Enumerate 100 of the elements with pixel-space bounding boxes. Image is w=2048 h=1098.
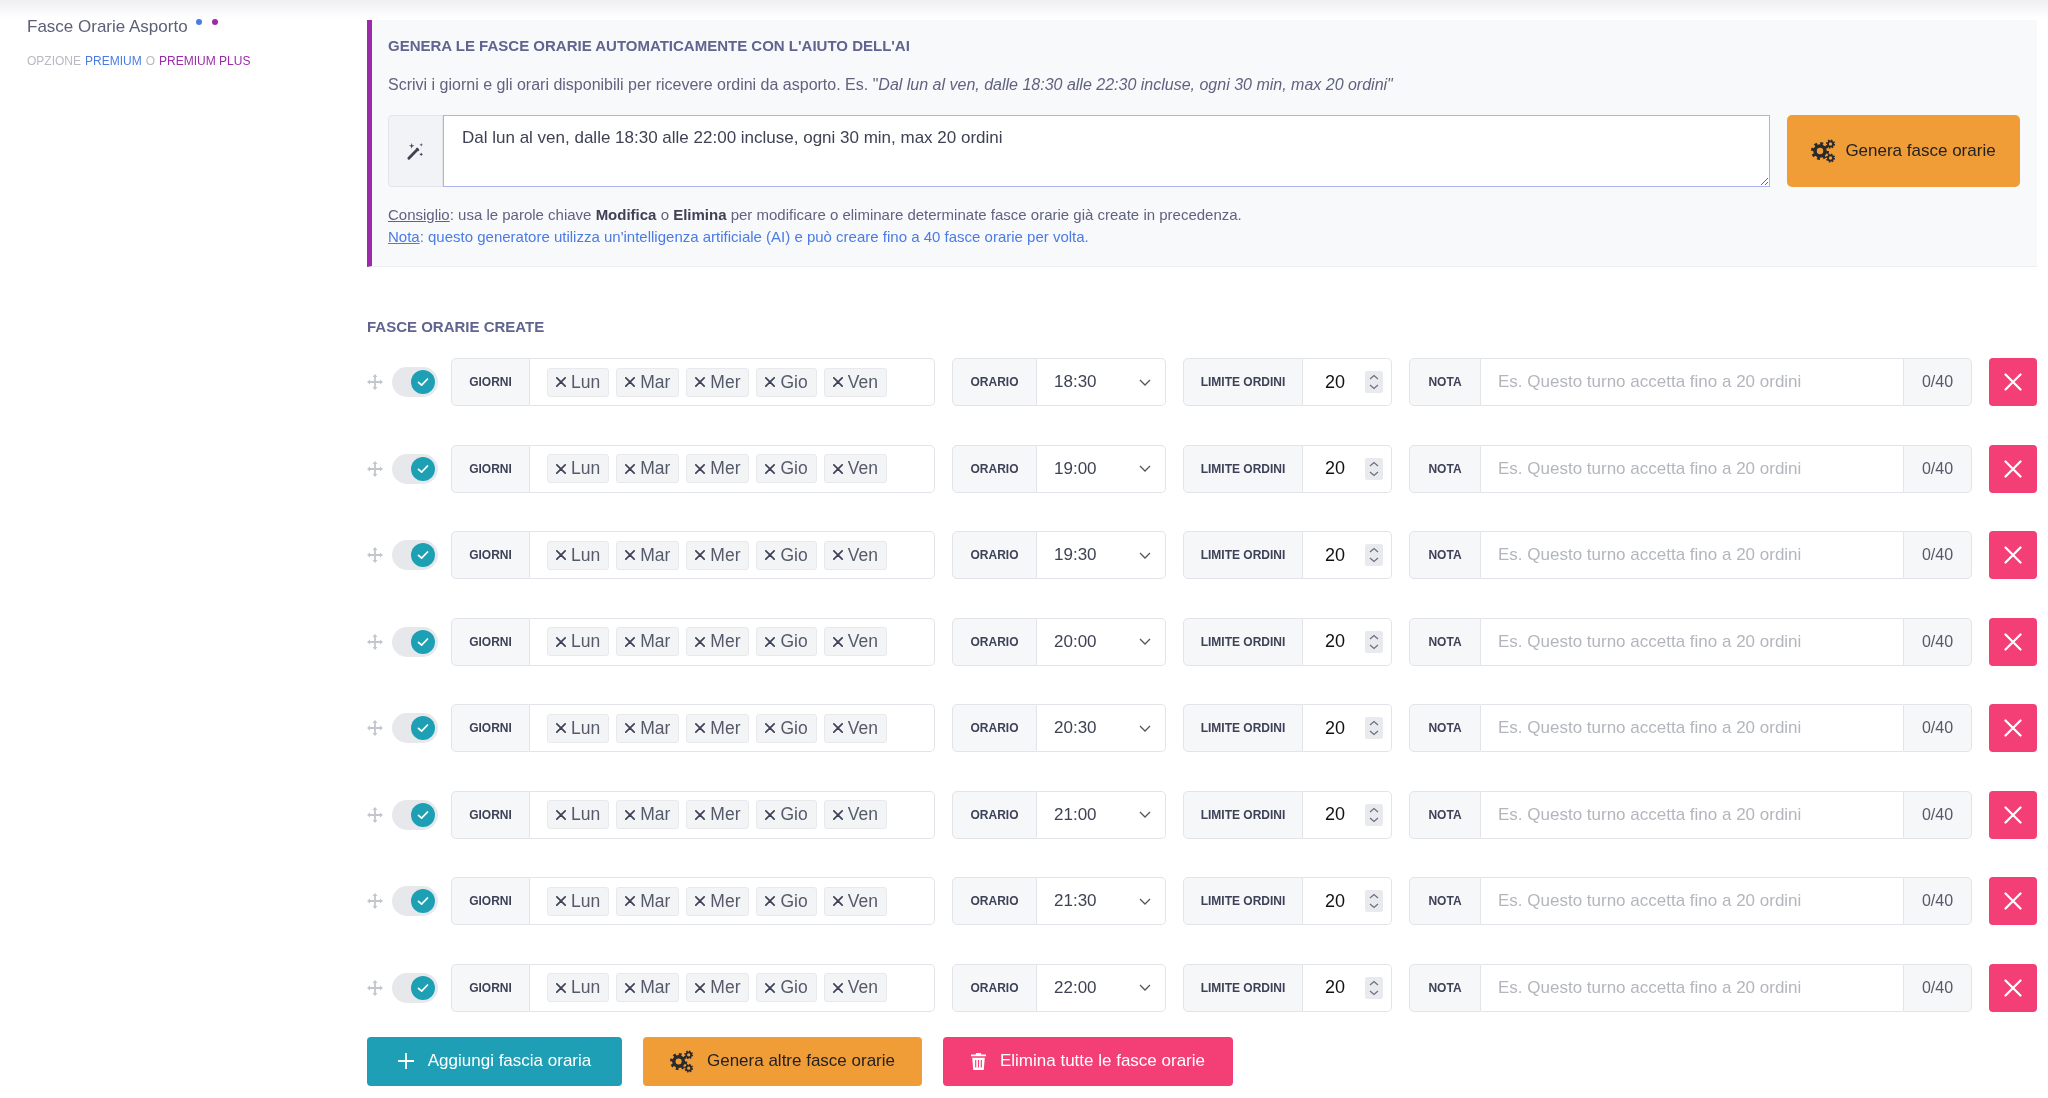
days-select[interactable]: Lun Mar Mer Gio Ven — [530, 704, 935, 752]
delete-button[interactable] — [1989, 617, 2037, 666]
day-chip[interactable]: Gio — [756, 367, 817, 397]
day-chip[interactable]: Lun — [547, 627, 610, 656]
days-select[interactable]: Lun Mar Mer Gio Ven — [530, 444, 935, 493]
note-input[interactable]: Es. Questo turno accetta fino a 20 ordini — [1481, 877, 1903, 925]
note-link[interactable]: Nota — [388, 228, 420, 245]
delete-button[interactable] — [1989, 358, 2037, 406]
day-chip[interactable]: Ven — [823, 713, 887, 743]
toggle-switch[interactable] — [392, 886, 438, 916]
delete-button[interactable] — [1989, 963, 2037, 1012]
tip-link[interactable]: Consiglio — [388, 206, 450, 223]
toggle-switch[interactable] — [392, 972, 438, 1003]
days-select[interactable]: Lun Mar Mer Gio Ven — [530, 358, 935, 406]
day-chip[interactable]: Gio — [756, 627, 817, 656]
day-chip[interactable]: Gio — [756, 973, 817, 1002]
toggle-switch[interactable] — [392, 626, 438, 657]
day-chip[interactable]: Lun — [547, 540, 610, 570]
day-chip[interactable]: Mer — [686, 886, 750, 916]
field-label: GIORNI — [451, 877, 530, 925]
toggle-switch[interactable] — [392, 453, 438, 484]
note-input[interactable]: Es. Questo turno accetta fino a 20 ordini — [1481, 790, 1903, 839]
day-chip[interactable]: Ven — [823, 540, 887, 570]
day-chip[interactable]: Gio — [756, 454, 817, 483]
day-chip[interactable]: Mar — [616, 367, 680, 397]
day-chip[interactable]: Ven — [823, 800, 887, 829]
note-input[interactable]: Es. Questo turno accetta fino a 20 ordini — [1481, 617, 1903, 666]
day-chip[interactable]: Lun — [547, 973, 610, 1002]
day-chip[interactable]: Mar — [616, 627, 680, 656]
day-chip[interactable]: Mer — [686, 540, 750, 570]
day-chip[interactable]: Mer — [686, 367, 750, 397]
day-chip[interactable]: Ven — [823, 454, 887, 483]
day-chip[interactable]: Gio — [756, 886, 817, 916]
time-select[interactable]: 21:30 — [1037, 877, 1166, 925]
day-chip[interactable]: Gio — [756, 713, 817, 743]
note-input[interactable]: Es. Questo turno accetta fino a 20 ordini — [1481, 358, 1903, 406]
close-icon — [2004, 978, 2022, 997]
trash-icon — [970, 1052, 986, 1070]
day-chip[interactable]: Mer — [686, 973, 750, 1002]
day-chip[interactable]: Lun — [547, 886, 610, 916]
close-icon — [832, 550, 843, 560]
generate-button[interactable]: Genera fasce orarie — [1787, 115, 2020, 187]
prompt-textarea[interactable]: Dal lun al ven, dalle 18:30 alle 22:00 incluse, ogni 30 min, max 20 ordini — [443, 115, 1770, 187]
toggle-switch[interactable] — [392, 540, 438, 570]
time-select[interactable]: 19:00 — [1037, 444, 1166, 493]
days-select[interactable]: Lun Mar Mer Gio Ven — [530, 877, 935, 925]
days-select[interactable]: Lun Mar Mer Gio Ven — [530, 963, 935, 1012]
toggle-switch[interactable] — [392, 367, 438, 397]
day-chip[interactable]: Ven — [823, 367, 887, 397]
generate-more-button[interactable]: Genera altre fasce orarie — [643, 1036, 922, 1086]
delete-button[interactable] — [1989, 790, 2037, 839]
delete-button[interactable] — [1989, 704, 2037, 752]
day-chip[interactable]: Ven — [823, 886, 887, 916]
time-select[interactable]: 20:30 — [1037, 704, 1166, 752]
day-chip[interactable]: Mer — [686, 713, 750, 743]
note-input[interactable]: Es. Questo turno accetta fino a 20 ordini — [1481, 531, 1903, 579]
day-chip[interactable]: Mar — [616, 886, 680, 916]
note-input[interactable]: Es. Questo turno accetta fino a 20 ordini — [1481, 704, 1903, 752]
day-chip[interactable]: Gio — [756, 800, 817, 829]
day-chip[interactable]: Mar — [616, 800, 680, 829]
delete-button[interactable] — [1989, 877, 2037, 925]
day-chip[interactable]: Mar — [616, 540, 680, 570]
days-select[interactable]: Lun Mar Mer Gio Ven — [530, 790, 935, 839]
chevron-up-down-icon — [1365, 371, 1383, 393]
toggle-switch[interactable] — [392, 713, 438, 743]
limit-input[interactable]: 20 — [1303, 704, 1392, 752]
limit-input[interactable]: 20 — [1303, 531, 1392, 579]
note-input[interactable]: Es. Questo turno accetta fino a 20 ordini — [1481, 444, 1903, 493]
day-chip[interactable]: Ven — [823, 627, 887, 656]
day-chip[interactable]: Gio — [756, 540, 817, 570]
days-select[interactable]: Lun Mar Mer Gio Ven — [530, 617, 935, 666]
delete-button[interactable] — [1989, 531, 2037, 579]
day-chip[interactable]: Ven — [823, 973, 887, 1002]
day-chip[interactable]: Mar — [616, 454, 680, 483]
note-input[interactable]: Es. Questo turno accetta fino a 20 ordini — [1481, 963, 1903, 1012]
time-select[interactable]: 22:00 — [1037, 963, 1166, 1012]
time-select[interactable]: 21:00 — [1037, 790, 1166, 839]
toggle-switch[interactable] — [392, 799, 438, 830]
limit-input[interactable]: 20 — [1303, 877, 1392, 925]
days-select[interactable]: Lun Mar Mer Gio Ven — [530, 531, 935, 579]
delete-all-button[interactable]: Elimina tutte le fasce orarie — [943, 1036, 1233, 1086]
day-chip[interactable]: Mer — [686, 800, 750, 829]
day-chip[interactable]: Mar — [616, 713, 680, 743]
time-select[interactable]: 19:30 — [1037, 531, 1166, 579]
time-select[interactable]: 18:30 — [1037, 358, 1166, 406]
limit-input[interactable]: 20 — [1303, 790, 1392, 839]
day-chip[interactable]: Lun — [547, 454, 610, 483]
day-chip[interactable]: Lun — [547, 713, 610, 743]
day-chip[interactable]: Mer — [686, 454, 750, 483]
time-select[interactable]: 20:00 — [1037, 617, 1166, 666]
limit-input[interactable]: 20 — [1303, 963, 1392, 1012]
limit-input[interactable]: 20 — [1303, 617, 1392, 666]
delete-button[interactable] — [1989, 444, 2037, 493]
day-chip[interactable]: Mar — [616, 973, 680, 1002]
day-chip[interactable]: Lun — [547, 367, 610, 397]
limit-input[interactable]: 20 — [1303, 358, 1392, 406]
day-chip[interactable]: Mer — [686, 627, 750, 656]
limit-input[interactable]: 20 — [1303, 444, 1392, 493]
close-icon — [695, 550, 706, 560]
day-chip[interactable]: Lun — [547, 800, 610, 829]
